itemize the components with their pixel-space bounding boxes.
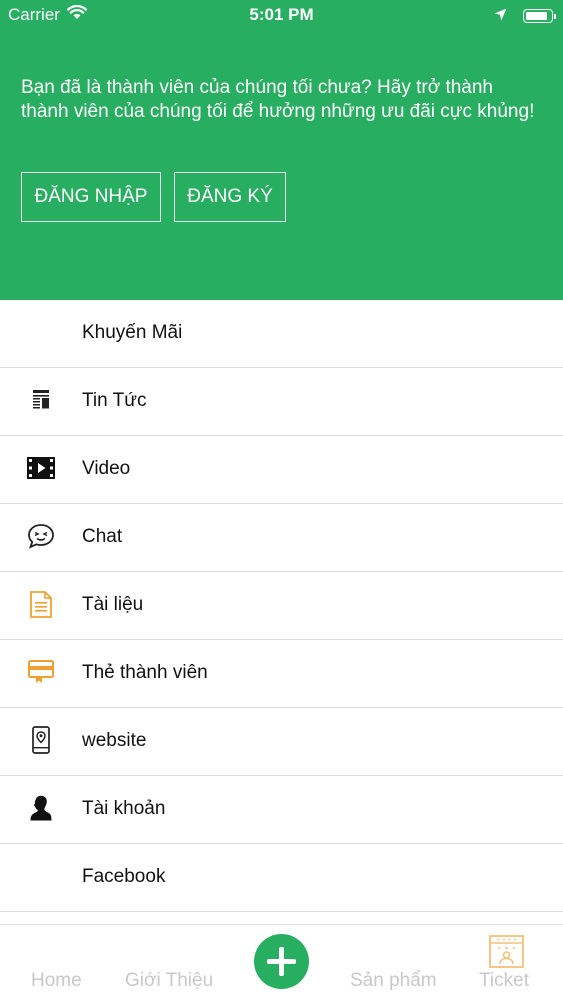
- menu-item-facebook[interactable]: Facebook: [0, 844, 563, 912]
- login-button[interactable]: ĐĂNG NHẬP: [21, 172, 161, 222]
- menu-list: Khuyến Mãi Tin Tức Video Chat Tài liệu T…: [0, 300, 563, 912]
- tab-about[interactable]: Giới Thiệu: [125, 970, 213, 992]
- battery-icon: [523, 9, 556, 23]
- menu-item-label: Facebook: [82, 866, 166, 887]
- menu-item-documents[interactable]: Tài liệu: [0, 572, 563, 640]
- menu-item-label: website: [82, 730, 147, 751]
- menu-item-label: Chat: [82, 526, 123, 547]
- location-arrow-icon: [494, 6, 507, 26]
- member-card-icon: [26, 657, 56, 687]
- register-button[interactable]: ĐĂNG KÝ: [174, 172, 286, 222]
- add-button[interactable]: [254, 934, 309, 989]
- video-icon: [26, 453, 56, 483]
- header: Carrier 5:01 PM Bạn đã là thành viên của…: [0, 0, 563, 300]
- promo-text: Bạn đã là thành viên của chúng tối chưa?…: [21, 77, 535, 122]
- menu-item-promotions[interactable]: Khuyến Mãi: [0, 300, 563, 368]
- menu-item-chat[interactable]: Chat: [0, 504, 563, 572]
- status-time: 5:01 PM: [249, 5, 314, 24]
- menu-item-video[interactable]: Video: [0, 436, 563, 504]
- status-right: [494, 6, 556, 26]
- menu-item-account[interactable]: Tài khoản: [0, 776, 563, 844]
- chat-icon: [26, 521, 56, 551]
- menu-item-news[interactable]: Tin Tức: [0, 368, 563, 436]
- news-icon: [26, 385, 56, 415]
- menu-item-label: Thẻ thành viên: [82, 662, 208, 683]
- tab-ticket[interactable]: Ticket: [479, 970, 529, 992]
- menu-item-label: Video: [82, 458, 131, 479]
- menu-item-label: Tin Tức: [82, 390, 147, 411]
- document-icon: [26, 589, 56, 619]
- menu-item-label: Tài khoản: [82, 798, 166, 819]
- account-icon: [26, 793, 56, 823]
- tab-bar: Home Giới Thiệu Sản phẩm Ticket: [0, 924, 563, 1001]
- battery-level: [526, 12, 548, 20]
- tab-products[interactable]: Sản phẩm: [350, 970, 437, 992]
- tab-home[interactable]: Home: [31, 970, 82, 992]
- menu-item-website[interactable]: website: [0, 708, 563, 776]
- menu-item-label: Khuyến Mãi: [82, 322, 183, 343]
- menu-item-label: Tài liệu: [82, 594, 144, 615]
- menu-item-member-card[interactable]: Thẻ thành viên: [0, 640, 563, 708]
- phone-location-icon: [26, 725, 56, 755]
- ticket-icon[interactable]: [489, 935, 524, 968]
- status-bar: Carrier 5:01 PM: [0, 0, 563, 30]
